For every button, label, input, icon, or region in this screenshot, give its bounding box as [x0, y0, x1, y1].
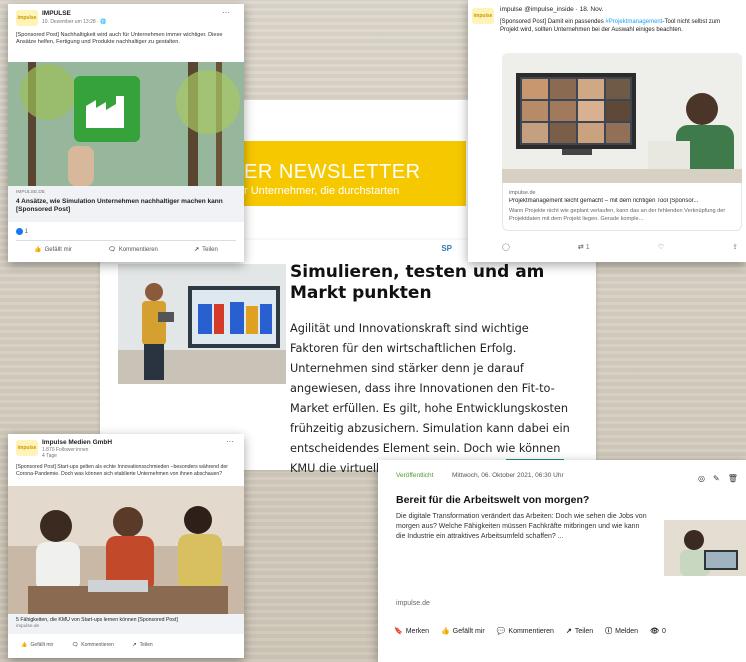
link-preview[interactable]: 5 Fähigkeiten, die KMU von Start-ups ler… — [8, 614, 244, 634]
like-label: Gefällt mir — [44, 246, 72, 253]
link-title[interactable]: Projektmanagement leicht gemacht – mit d… — [509, 198, 741, 204]
link-title[interactable]: 4 Ansätze, wie Simulation Unternehmen na… — [16, 198, 236, 214]
thumbs-up-icon: 👍 — [34, 247, 42, 253]
edit-icon[interactable]: ✎ — [713, 474, 720, 483]
share-icon[interactable]: ⇪ — [732, 243, 738, 251]
share-button[interactable]: ↗ Teilen — [566, 626, 593, 636]
comment-button[interactable]: 🗨 Kommentieren — [108, 246, 158, 254]
divider — [16, 240, 236, 241]
post-text: [Sponsored Post] Nachhaltigkeit wird auc… — [16, 32, 223, 46]
published-label: Veröffentlicht — [396, 472, 434, 479]
comment-button[interactable]: 💬 Kommentieren — [497, 626, 554, 636]
link-domain: impulse.de — [16, 624, 40, 629]
like-button[interactable]: 👍 Gefällt mir — [441, 626, 485, 636]
post-domain: impulse.de — [396, 600, 430, 607]
report-label: Melden — [615, 627, 639, 635]
eye-slash-icon[interactable]: ◎ — [698, 474, 705, 483]
reaction-count[interactable]: 1 — [16, 228, 28, 235]
post-description: Die digitale Transformation verändert da… — [396, 513, 647, 540]
retweet-button[interactable]: ⇄ 1 — [578, 243, 590, 251]
news-post-card: Veröffentlicht Mittwoch, 06. Oktober 202… — [378, 460, 746, 662]
post-age: 4 Tage — [42, 453, 57, 459]
link-preview[interactable]: IMPULSE.DE 4 Ansätze, wie Simulation Unt… — [8, 186, 244, 222]
page-name[interactable]: IMPULSE — [42, 10, 71, 17]
comment-label: Kommentieren — [81, 642, 114, 648]
share-icon: ↗ — [565, 628, 572, 635]
post-title[interactable]: Bereit für die Arbeitswelt von morgen? — [396, 494, 589, 506]
tweet-text: [Sponsored Post] Damit ein passendes #Pr… — [500, 18, 740, 34]
post-meta: 10. Dezember um 13:28 · 🌐 — [42, 19, 107, 25]
views-number: 0 — [661, 627, 666, 635]
thumbs-up-icon: 👍 — [21, 642, 28, 648]
reply-icon[interactable]: ◯ — [502, 243, 510, 251]
like-label: Gefällt mir — [452, 627, 485, 635]
post-date: Mittwoch, 06. Oktober 2021, 06:30 Uhr — [452, 472, 564, 479]
post-thumbnail[interactable] — [664, 520, 746, 576]
share-label: Teilen — [202, 246, 218, 253]
more-icon[interactable]: ··· — [226, 437, 234, 446]
tweet-text-part: [Sponsored Post] Damit ein passendes — [500, 19, 606, 25]
page-logo[interactable]: impulse — [16, 10, 38, 26]
tweet-card: impulse impulse @impulse_inside · 18. No… — [468, 0, 746, 262]
comment-label: Kommentieren — [118, 246, 158, 253]
trash-icon[interactable]: 🗑 — [728, 474, 738, 483]
comment-icon: 🗨 — [108, 247, 116, 253]
like-button[interactable]: 👍 Gefällt mir — [21, 642, 53, 648]
post-text: [Sponsored Post] Start-ups gelten als ec… — [16, 464, 228, 477]
post-actions: 👍 Gefällt mir 🗨 Kommentieren ↗ Teilen — [12, 642, 162, 648]
comment-button[interactable]: 🗨 Kommentieren — [72, 642, 114, 648]
facebook-company-post: impulse Impulse Medien GmbH 1.870 Follow… — [8, 434, 244, 658]
comment-label: Kommentieren — [508, 627, 554, 635]
bookmark-icon: 🔖 — [394, 628, 403, 635]
reaction-number: 1 — [24, 229, 29, 236]
link-description: Wann Projekte nicht wie geplant verlaufe… — [509, 208, 726, 222]
newsletter-banner[interactable]: ER NEWSLETTER r Unternehmer, die durchst… — [230, 141, 466, 206]
facebook-post: impulse IMPULSE 10. Dezember um 13:28 · … — [8, 4, 244, 262]
post-actions: 👍 Gefällt mir 🗨 Kommentieren ↗ Teilen — [16, 246, 236, 254]
retweet-icon: ⇄ — [577, 244, 584, 251]
newsletter-title: ER NEWSLETTER — [244, 161, 421, 183]
post-image[interactable] — [8, 486, 244, 614]
share-button[interactable]: ↗ Teilen — [132, 642, 152, 648]
share-button[interactable]: ↗ Teilen — [194, 246, 218, 254]
comment-icon: 🗨 — [71, 642, 79, 648]
report-button[interactable]: ⓘ Melden — [605, 626, 638, 636]
like-reaction-icon — [16, 228, 23, 235]
newsletter-subtitle: r Unternehmer, die durchstarten — [244, 185, 400, 197]
comment-icon: 💬 — [496, 628, 506, 635]
more-icon[interactable]: ··· — [222, 8, 230, 17]
link-domain: impulse.de — [509, 190, 536, 196]
company-name[interactable]: Impulse Medien GmbH — [42, 439, 112, 446]
tweet-actions: ◯ ⇄ 1 ♡ ⇪ — [502, 243, 738, 251]
views-counter: 👁 0 — [650, 626, 666, 636]
tweet-handle[interactable]: impulse @impulse_inside · 18. Nov. — [500, 6, 603, 13]
post-tools: ◎ ✎ 🗑 — [698, 474, 738, 483]
article-body: Agilität und Innovationskraft sind wicht… — [290, 322, 570, 475]
tweet-image[interactable] — [502, 53, 742, 183]
like-label: Gefällt mir — [30, 642, 54, 648]
post-actions: 🔖 Merken 👍 Gefällt mir 💬 Kommentieren ↗ Teil… — [394, 626, 666, 636]
hashtag-link[interactable]: #Projektmanagement — [605, 19, 662, 25]
link-title[interactable]: 5 Fähigkeiten, die KMU von Start-ups ler… — [16, 617, 236, 623]
tweet-link-preview[interactable]: impulse.de Projektmanagement leicht gema… — [502, 183, 742, 231]
account-logo[interactable]: impulse — [472, 8, 494, 24]
like-button[interactable]: 👍 Gefällt mir — [34, 246, 72, 254]
alert-icon: ⓘ — [605, 628, 613, 635]
share-label: Teilen — [574, 627, 594, 635]
share-icon: ↗ — [194, 247, 200, 253]
sponsor-tag: SP — [441, 244, 452, 253]
share-label: Teilen — [139, 642, 153, 648]
eye-icon: 👁 — [650, 628, 659, 635]
link-domain: IMPULSE.DE — [16, 190, 46, 195]
article-photo[interactable] — [118, 264, 286, 384]
like-heart-icon[interactable]: ♡ — [658, 243, 664, 251]
bookmark-button[interactable]: 🔖 Merken — [394, 626, 429, 636]
share-icon: ↗ — [132, 642, 137, 648]
post-image[interactable] — [8, 62, 244, 186]
retweet-count: 1 — [585, 244, 590, 251]
thumbs-up-icon: 👍 — [441, 628, 450, 635]
article-title[interactable]: Simulieren, testen und am Markt punkten — [290, 262, 580, 304]
bookmark-label: Merken — [405, 627, 430, 635]
company-logo[interactable]: impulse — [16, 440, 38, 456]
